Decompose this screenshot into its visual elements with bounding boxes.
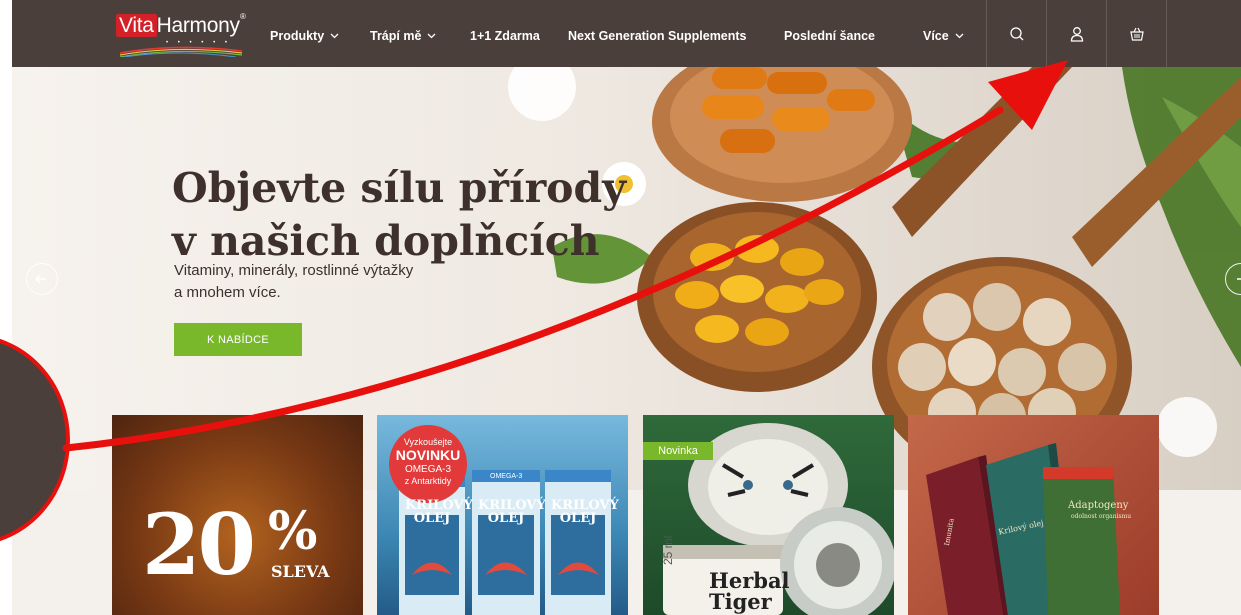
box-header: OMEGA-3: [490, 473, 523, 480]
arrow-right-icon: [1237, 278, 1241, 280]
logo-harmony: Harmony: [156, 14, 240, 37]
badge-line3: OMEGA-3: [404, 464, 452, 475]
sale-percent: %: [268, 501, 318, 562]
logo-trademark: ®: [240, 12, 246, 21]
nav-produkty-label: Produkty: [270, 29, 325, 43]
nav-vice[interactable]: Více: [923, 29, 964, 43]
novinka-tag: Novinka: [643, 442, 713, 460]
nav-trapi-me[interactable]: Trápí mě: [370, 29, 436, 43]
sale-number: 20: [142, 495, 256, 594]
hero-subtitle: Vitaminy, minerály, rostlinné výtažky a …: [174, 260, 494, 304]
chevron-down-icon: [330, 33, 339, 39]
chevron-down-icon: [955, 33, 964, 39]
hero-title-line1: Objevte sílu přírody: [172, 164, 627, 213]
top-navbar: Vita Harmony ® • • • • • • Produkty Trápí…: [12, 0, 1241, 67]
badge-line2: NOVINKU: [395, 447, 461, 463]
badge-line4: z Antarktidy: [404, 476, 452, 486]
account-button[interactable]: [1047, 21, 1107, 47]
nav-produkty[interactable]: Produkty: [270, 29, 339, 43]
hero-subtitle-line1: Vitaminy, minerály, rostlinné výtažky: [174, 262, 414, 279]
nav-trapi-me-label: Trápí mě: [370, 29, 422, 43]
user-icon: [1070, 27, 1084, 42]
box-label-3: KRILOVÝ OLEJ: [551, 499, 619, 526]
chevron-down-icon: [427, 33, 436, 39]
nav-posledni-sance[interactable]: Poslední šance: [784, 29, 875, 43]
arrow-left-icon: [35, 274, 46, 284]
hero-title: Objevte sílu přírody v našich doplňcích: [172, 162, 642, 268]
box-label-line2: OLEJ: [559, 511, 597, 526]
cart-button[interactable]: [1107, 21, 1167, 47]
basket-icon: [1130, 27, 1144, 41]
logo-text: Vita Harmony: [116, 14, 240, 38]
herbal-tiger-label: Herbal Tiger: [709, 570, 790, 612]
adaptogeny-sub-label: odolnost organismu: [1071, 513, 1132, 520]
logo-vita: Vita: [116, 14, 157, 37]
badge-line1: Vyzkoušejte: [403, 437, 453, 447]
logo-swoosh: [119, 46, 243, 57]
bowl-orange-capsules: [652, 67, 912, 202]
herbal-line2: Tiger: [709, 589, 772, 614]
k-nabidce-button[interactable]: K NABÍDCE: [174, 323, 302, 356]
slider-prev-button[interactable]: [26, 263, 58, 295]
promo-card-herbal-tiger[interactable]: Novinka Herbal Tiger 25 ml: [643, 415, 894, 615]
page: Vita Harmony ® • • • • • • Produkty Trápí…: [12, 0, 1241, 615]
promo-card-sale[interactable]: 20 % SLEVA: [112, 415, 363, 615]
nav-1plus1-zdarma[interactable]: 1+1 Zdarma: [470, 29, 540, 43]
sale-label: SLEVA: [271, 562, 330, 581]
hero-subtitle-line2: a mnohem více.: [174, 284, 281, 301]
adaptogeny-label: Adaptogeny: [1068, 500, 1129, 511]
vitaharmony-logo[interactable]: Vita Harmony ® • • • • • •: [116, 12, 246, 57]
search-button[interactable]: [987, 21, 1047, 47]
box-label-line2: OLEJ: [487, 511, 525, 526]
nav-posledni-sance-label: Poslední šance: [784, 29, 876, 43]
nav-vice-label: Více: [923, 29, 949, 43]
promo-card-adaptogens[interactable]: Adaptogeny odolnost organismu Krilový ol…: [908, 415, 1159, 615]
nav-next-generation[interactable]: Next Generation Supplements: [568, 29, 747, 43]
box-label-1: KRILOVÝ OLEJ: [405, 499, 473, 526]
nav-1plus1-label: 1+1 Zdarma: [470, 29, 540, 43]
box-label-line2: OLEJ: [413, 511, 451, 526]
volume-label: 25 ml: [661, 535, 675, 565]
box-label-2: KRILOVÝ OLEJ: [478, 499, 546, 526]
slider-next-button[interactable]: [1225, 263, 1241, 295]
search-icon: [1010, 27, 1024, 41]
promo-card-krill-oil[interactable]: Vyzkoušejte NOVINKU OMEGA-3 z Antarktidy…: [377, 415, 628, 615]
nav-next-generation-label: Next Generation Supplements: [568, 29, 747, 43]
